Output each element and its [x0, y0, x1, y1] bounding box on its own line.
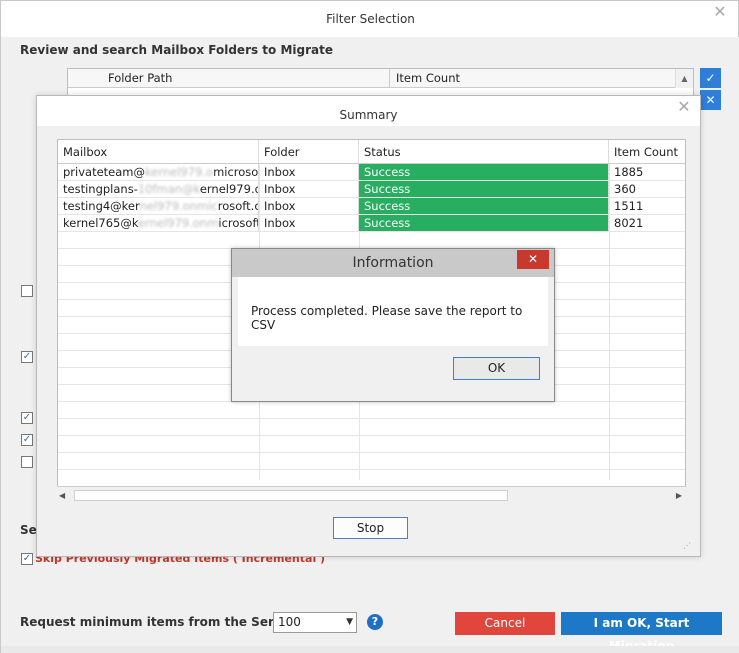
empty-row: [58, 232, 685, 249]
help-icon[interactable]: ?: [367, 614, 383, 630]
scroll-right-arrow-icon[interactable]: ▶: [676, 487, 682, 504]
empty-row: [58, 453, 685, 470]
folder-column-header[interactable]: Folder: [259, 140, 359, 163]
folder-path-header[interactable]: Folder Path: [68, 69, 390, 88]
stop-button[interactable]: Stop: [333, 517, 408, 539]
information-footer: OK: [238, 346, 548, 396]
item-count-cell: 1885: [614, 165, 644, 179]
information-close-button[interactable]: ✕: [517, 250, 549, 269]
clear-selection-x-icon[interactable]: ✕: [700, 90, 721, 110]
information-titlebar: Information ✕: [232, 249, 554, 277]
option-checkbox-5[interactable]: [21, 456, 33, 468]
empty-row: [58, 419, 685, 436]
empty-row: [58, 402, 685, 419]
mailbox-cell: kernel765@kernel979.onmicrosoft.com: [58, 215, 259, 231]
summary-header-row: Mailbox Folder Status Item Count: [58, 140, 685, 164]
summary-title: Summary: [339, 108, 398, 122]
option-checkbox-4[interactable]: ✓: [21, 434, 33, 446]
option-checkbox-2[interactable]: ✓: [21, 351, 33, 363]
information-dialog: Information ✕ Process completed. Please …: [231, 248, 555, 402]
status-column-header[interactable]: Status: [359, 140, 609, 163]
skip-migrated-checkbox[interactable]: ✓: [21, 553, 33, 565]
item-count-cell: 8021: [614, 216, 644, 230]
folder-cell: Inbox: [259, 215, 359, 231]
option-checkbox-3[interactable]: ✓: [21, 412, 33, 424]
information-title: Information: [352, 255, 434, 271]
start-migration-button[interactable]: I am OK, Start Migration: [561, 612, 722, 653]
folder-cell: Inbox: [259, 164, 359, 180]
select-all-check-icon[interactable]: ✓: [700, 68, 721, 88]
resize-grip-icon[interactable]: ⋰: [683, 541, 691, 550]
option-checkbox-1[interactable]: [21, 285, 33, 297]
empty-row: [58, 470, 685, 487]
information-content: Process completed. Please save the repor…: [238, 277, 548, 346]
scroll-left-arrow-icon[interactable]: ◀: [59, 487, 65, 504]
horizontal-scrollbar[interactable]: ◀ ▶: [57, 486, 686, 503]
item-count-cell: 1511: [614, 199, 644, 213]
item-count-cell: 360: [614, 182, 636, 196]
scroll-up-arrow-icon[interactable]: ▲: [675, 69, 693, 88]
status-cell: Success: [359, 198, 609, 214]
mailbox-cell: testingplans-10fman@kernel979.o...: [58, 181, 259, 197]
table-row[interactable]: testing4@kernel979.onmicrosoft.com Inbox…: [58, 198, 685, 215]
status-cell: Success: [359, 181, 609, 197]
request-min-items-label: Request minimum items from the Server:: [20, 615, 301, 629]
empty-row: [58, 436, 685, 453]
information-message: Process completed. Please save the repor…: [251, 304, 523, 332]
table-row[interactable]: privateteam@kernel979.omicrosoft.... Inb…: [58, 164, 685, 181]
scrollbar-thumb[interactable]: [74, 490, 508, 501]
item-count-header[interactable]: Item Count: [390, 69, 675, 88]
window-title: Filter Selection: [326, 12, 415, 26]
folder-cell: Inbox: [259, 181, 359, 197]
folders-heading: Review and search Mailbox Folders to Mig…: [20, 43, 334, 57]
bottom-strip: [1, 646, 739, 653]
mailbox-cell: testing4@kernel979.onmicrosoft.com: [58, 198, 259, 214]
ok-button[interactable]: OK: [453, 357, 540, 380]
chevron-down-icon: ▼: [346, 617, 353, 627]
status-cell: Success: [359, 215, 609, 231]
summary-close-icon[interactable]: ✕: [677, 99, 691, 115]
item-count-column-header[interactable]: Item Count: [609, 140, 685, 163]
mailbox-column-header[interactable]: Mailbox: [58, 140, 259, 163]
folder-cell: Inbox: [259, 198, 359, 214]
request-min-items-value: 100: [278, 615, 301, 629]
window-close-icon[interactable]: ✕: [713, 4, 727, 20]
mailbox-cell: privateteam@kernel979.omicrosoft....: [58, 164, 259, 180]
table-row[interactable]: testingplans-10fman@kernel979.o... Inbox…: [58, 181, 685, 198]
table-row[interactable]: kernel765@kernel979.onmicrosoft.com Inbo…: [58, 215, 685, 232]
request-min-items-select[interactable]: 100 ▼: [273, 612, 357, 633]
status-cell: Success: [359, 164, 609, 180]
cancel-button[interactable]: Cancel: [455, 612, 555, 635]
